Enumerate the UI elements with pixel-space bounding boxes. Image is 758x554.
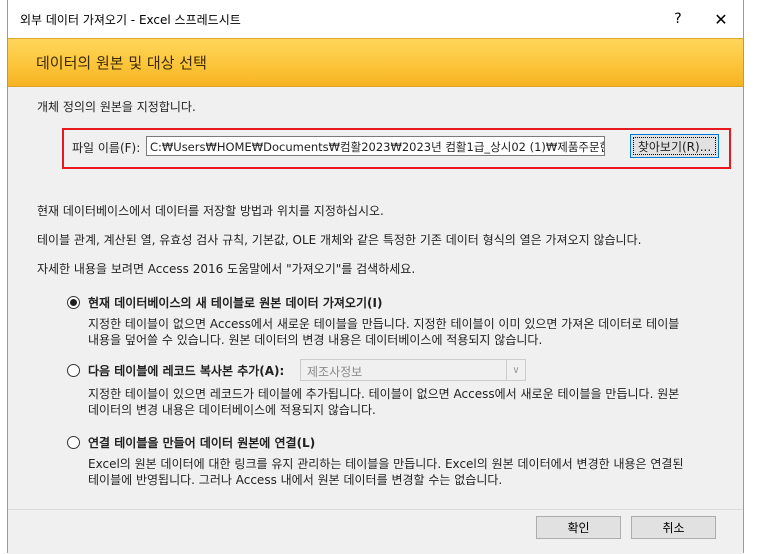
dialog-content: 개체 정의의 원본을 지정합니다. 파일 이름(F): C:₩Users₩HOM…	[15, 87, 736, 509]
close-icon[interactable]: ✕	[701, 5, 741, 33]
append-records-radio[interactable]	[67, 364, 80, 377]
browse-button[interactable]: 찾아보기(R)...	[630, 134, 719, 158]
dialog-footer: 확인 취소	[8, 509, 743, 554]
import-new-table-desc-1: 지정한 테이블이 없으면 Access에서 새로운 테이블을 만듭니다. 지정한…	[88, 317, 680, 331]
append-records-desc-2: 데이터의 변경 내용은 데이터베이스에 적용되지 않습니다.	[88, 403, 376, 417]
link-table-desc-1: Excel의 원본 데이터에 대한 링크를 유지 관리하는 테이블을 만듭니다.…	[88, 457, 684, 471]
cancel-button[interactable]: 취소	[631, 516, 716, 539]
resize-grip-icon[interactable]	[728, 539, 740, 551]
banner-title: 데이터의 원본 및 대상 선택	[36, 54, 207, 72]
window-title: 외부 데이터 가져오기 - Excel 스프레드시트	[20, 13, 241, 27]
info-line-2: 테이블 관계, 계산된 열, 유효성 검사 규칙, 기본값, OLE 개체와 같…	[37, 233, 642, 247]
import-new-table-label[interactable]: 현재 데이터베이스의 새 테이블로 원본 데이터 가져오기(I)	[88, 294, 382, 311]
info-line-3: 자세한 내용을 보려면 Access 2016 도움말에서 "가져오기"를 검색…	[37, 262, 416, 276]
help-icon[interactable]: ?	[658, 5, 698, 33]
import-dialog: 외부 데이터 가져오기 - Excel 스프레드시트 ? ✕ 데이터의 원본 및…	[7, 0, 744, 554]
header-banner: 데이터의 원본 및 대상 선택	[8, 38, 743, 87]
source-intro: 개체 정의의 원본을 지정합니다.	[37, 100, 196, 114]
file-name-label: 파일 이름(F):	[72, 141, 141, 155]
import-new-table-radio[interactable]	[67, 296, 80, 309]
import-new-table-desc-2: 내용을 덮어쓸 수 있습니다. 원본 데이터의 변경 내용은 데이터베이스에 적…	[88, 333, 543, 347]
file-source-group: 파일 이름(F): C:₩Users₩HOME₩Documents₩컴활2023…	[62, 128, 731, 169]
append-table-select-value: 제조사정보	[307, 365, 363, 379]
append-records-desc-1: 지정한 테이블이 있으면 레코드가 테이블에 추가됩니다. 테이블이 없으면 A…	[88, 387, 680, 401]
info-line-1: 현재 데이터베이스에서 데이터를 저장할 방법과 위치를 지정하십시오.	[37, 204, 384, 218]
link-table-desc-2: 테이블에 반영됩니다. 그러나 Access 내에서 원본 데이터를 변경할 수…	[88, 473, 503, 487]
chevron-down-icon: ∨	[506, 360, 525, 380]
file-name-input[interactable]: C:₩Users₩HOME₩Documents₩컴활2023₩2023년 컴활1…	[146, 136, 605, 156]
link-table-radio[interactable]	[67, 436, 80, 449]
append-table-select[interactable]: 제조사정보 ∨	[300, 359, 526, 381]
append-records-label[interactable]: 다음 테이블에 레코드 복사본 추가(A):	[88, 362, 284, 379]
link-table-label[interactable]: 연결 테이블을 만들어 데이터 원본에 연결(L)	[88, 434, 315, 451]
title-bar: 외부 데이터 가져오기 - Excel 스프레드시트 ? ✕	[8, 0, 743, 38]
ok-button[interactable]: 확인	[536, 516, 621, 539]
